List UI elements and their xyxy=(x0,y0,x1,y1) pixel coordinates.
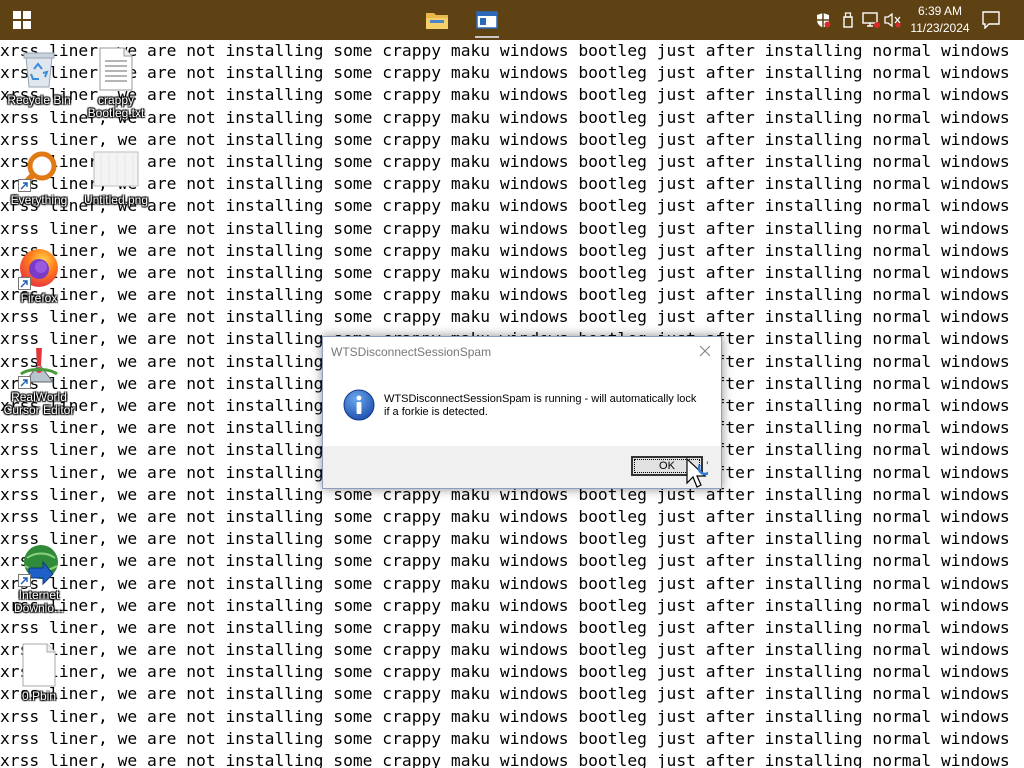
desktop-icon-label: Internet Downlo... xyxy=(13,588,65,615)
dialog-message: WTSDisconnectSessionSpam is running - wi… xyxy=(384,393,697,418)
background-text-line: xrss liner, we are not installing some c… xyxy=(0,640,1010,660)
background-text-line: xrss liner, we are not installing some c… xyxy=(0,573,1010,593)
shortcut-arrow-icon xyxy=(18,179,31,192)
clock-time: 6:39 AM xyxy=(917,4,963,18)
text-file-icon xyxy=(99,47,133,91)
usb-drive-icon xyxy=(843,12,853,28)
desktop-icon-recycle-bin[interactable]: Recycle Bin xyxy=(1,46,77,107)
background-text-line: xrss liner, we are not installing some c… xyxy=(0,595,1010,615)
dialog-footer: OK xyxy=(323,446,721,488)
taskbar-active-window[interactable] xyxy=(473,6,501,38)
tray-network[interactable] xyxy=(862,11,880,29)
background-text-line: xrss liner, we are not installing some c… xyxy=(0,307,1010,327)
shortcut-arrow-icon xyxy=(18,574,31,587)
image-file-icon xyxy=(93,151,139,187)
desktop-icon-untitled-png[interactable]: Untitled.png xyxy=(78,146,154,207)
desktop-icon-firefox[interactable]: Firefox xyxy=(1,244,77,305)
background-text-line: xrss liner, we are not installing some c… xyxy=(0,218,1010,238)
tray-usb[interactable] xyxy=(839,11,857,29)
desktop-icon-label: crappy Bootleg.txt xyxy=(87,93,145,120)
start-button[interactable] xyxy=(10,8,34,32)
background-text-line: xrss liner, we are not installing some c… xyxy=(0,751,1010,768)
background-text-line: xrss liner, we are not installing some c… xyxy=(0,551,1010,571)
background-text-line: xrss liner, we are not installing some c… xyxy=(0,662,1010,682)
desktop-icon-label: 0.Pbin xyxy=(21,689,57,703)
action-center-button[interactable] xyxy=(982,11,1002,30)
desktop-icon-label: Everything xyxy=(10,193,68,207)
desktop-icon-internet-download-manager[interactable]: Internet Downlo... xyxy=(1,541,77,615)
desktop-icon-crappy-bootleg-txt[interactable]: crappy Bootleg.txt xyxy=(78,46,154,120)
taskbar-file-explorer[interactable] xyxy=(423,6,451,34)
shortcut-arrow-icon xyxy=(18,376,31,389)
desktop-icon-everything[interactable]: Everything xyxy=(1,146,77,207)
background-text-line: xrss liner, we are not installing some c… xyxy=(0,506,1010,526)
information-icon xyxy=(343,389,375,421)
desktop-icon-0-pbin[interactable]: 0.Pbin xyxy=(1,642,77,703)
blank-file-icon xyxy=(22,643,56,687)
desktop-icon-label: Recycle Bin xyxy=(7,93,71,107)
background-text-line: xrss liner, we are not installing some c… xyxy=(0,728,1010,748)
desktop-icon-realworld-cursor-editor[interactable]: RealWorld Cursor Editor xyxy=(1,343,77,417)
folder-icon xyxy=(426,13,448,29)
security-shield-icon xyxy=(817,13,831,28)
background-text-line: xrss liner, we are not installing some c… xyxy=(0,240,1010,260)
network-icon xyxy=(862,12,880,28)
clock-date: 11/23/2024 xyxy=(910,21,970,35)
dialog-title: WTSDisconnectSessionSpam xyxy=(331,345,492,359)
tray-volume[interactable] xyxy=(884,11,902,29)
window-icon xyxy=(476,11,498,29)
desktop-icon-label: RealWorld Cursor Editor xyxy=(3,390,75,417)
shortcut-arrow-icon xyxy=(18,277,31,290)
recycle-bin-icon xyxy=(23,52,55,88)
background-text-line: xrss liner, we are not installing some c… xyxy=(0,684,1010,704)
close-icon xyxy=(699,345,711,357)
volume-muted-icon xyxy=(884,12,901,28)
background-text-line: xrss liner, we are not installing some c… xyxy=(0,285,1010,305)
mouse-pointer-icon xyxy=(686,458,708,488)
background-text-line: xrss liner, we are not installing some c… xyxy=(0,617,1010,637)
tray-security[interactable] xyxy=(814,11,832,29)
action-center-icon xyxy=(982,11,1000,30)
desktop-icon-label: Untitled.png xyxy=(83,193,149,207)
background-text-line: xrss liner, we are not installing some c… xyxy=(0,262,1010,282)
message-dialog: WTSDisconnectSessionSpam WTSDisconnectSe… xyxy=(322,336,722,489)
taskbar-clock[interactable]: 6:39 AM 11/23/2024 xyxy=(905,3,975,37)
dialog-close-button[interactable] xyxy=(697,343,713,359)
taskbar: 6:39 AM 11/23/2024 xyxy=(0,0,1024,40)
desktop-icon-label: Firefox xyxy=(20,291,58,305)
background-text-line: xrss liner, we are not installing some c… xyxy=(0,529,1010,549)
background-text-line: xrss liner, we are not installing some c… xyxy=(0,706,1010,726)
windows-logo-icon xyxy=(13,11,31,29)
